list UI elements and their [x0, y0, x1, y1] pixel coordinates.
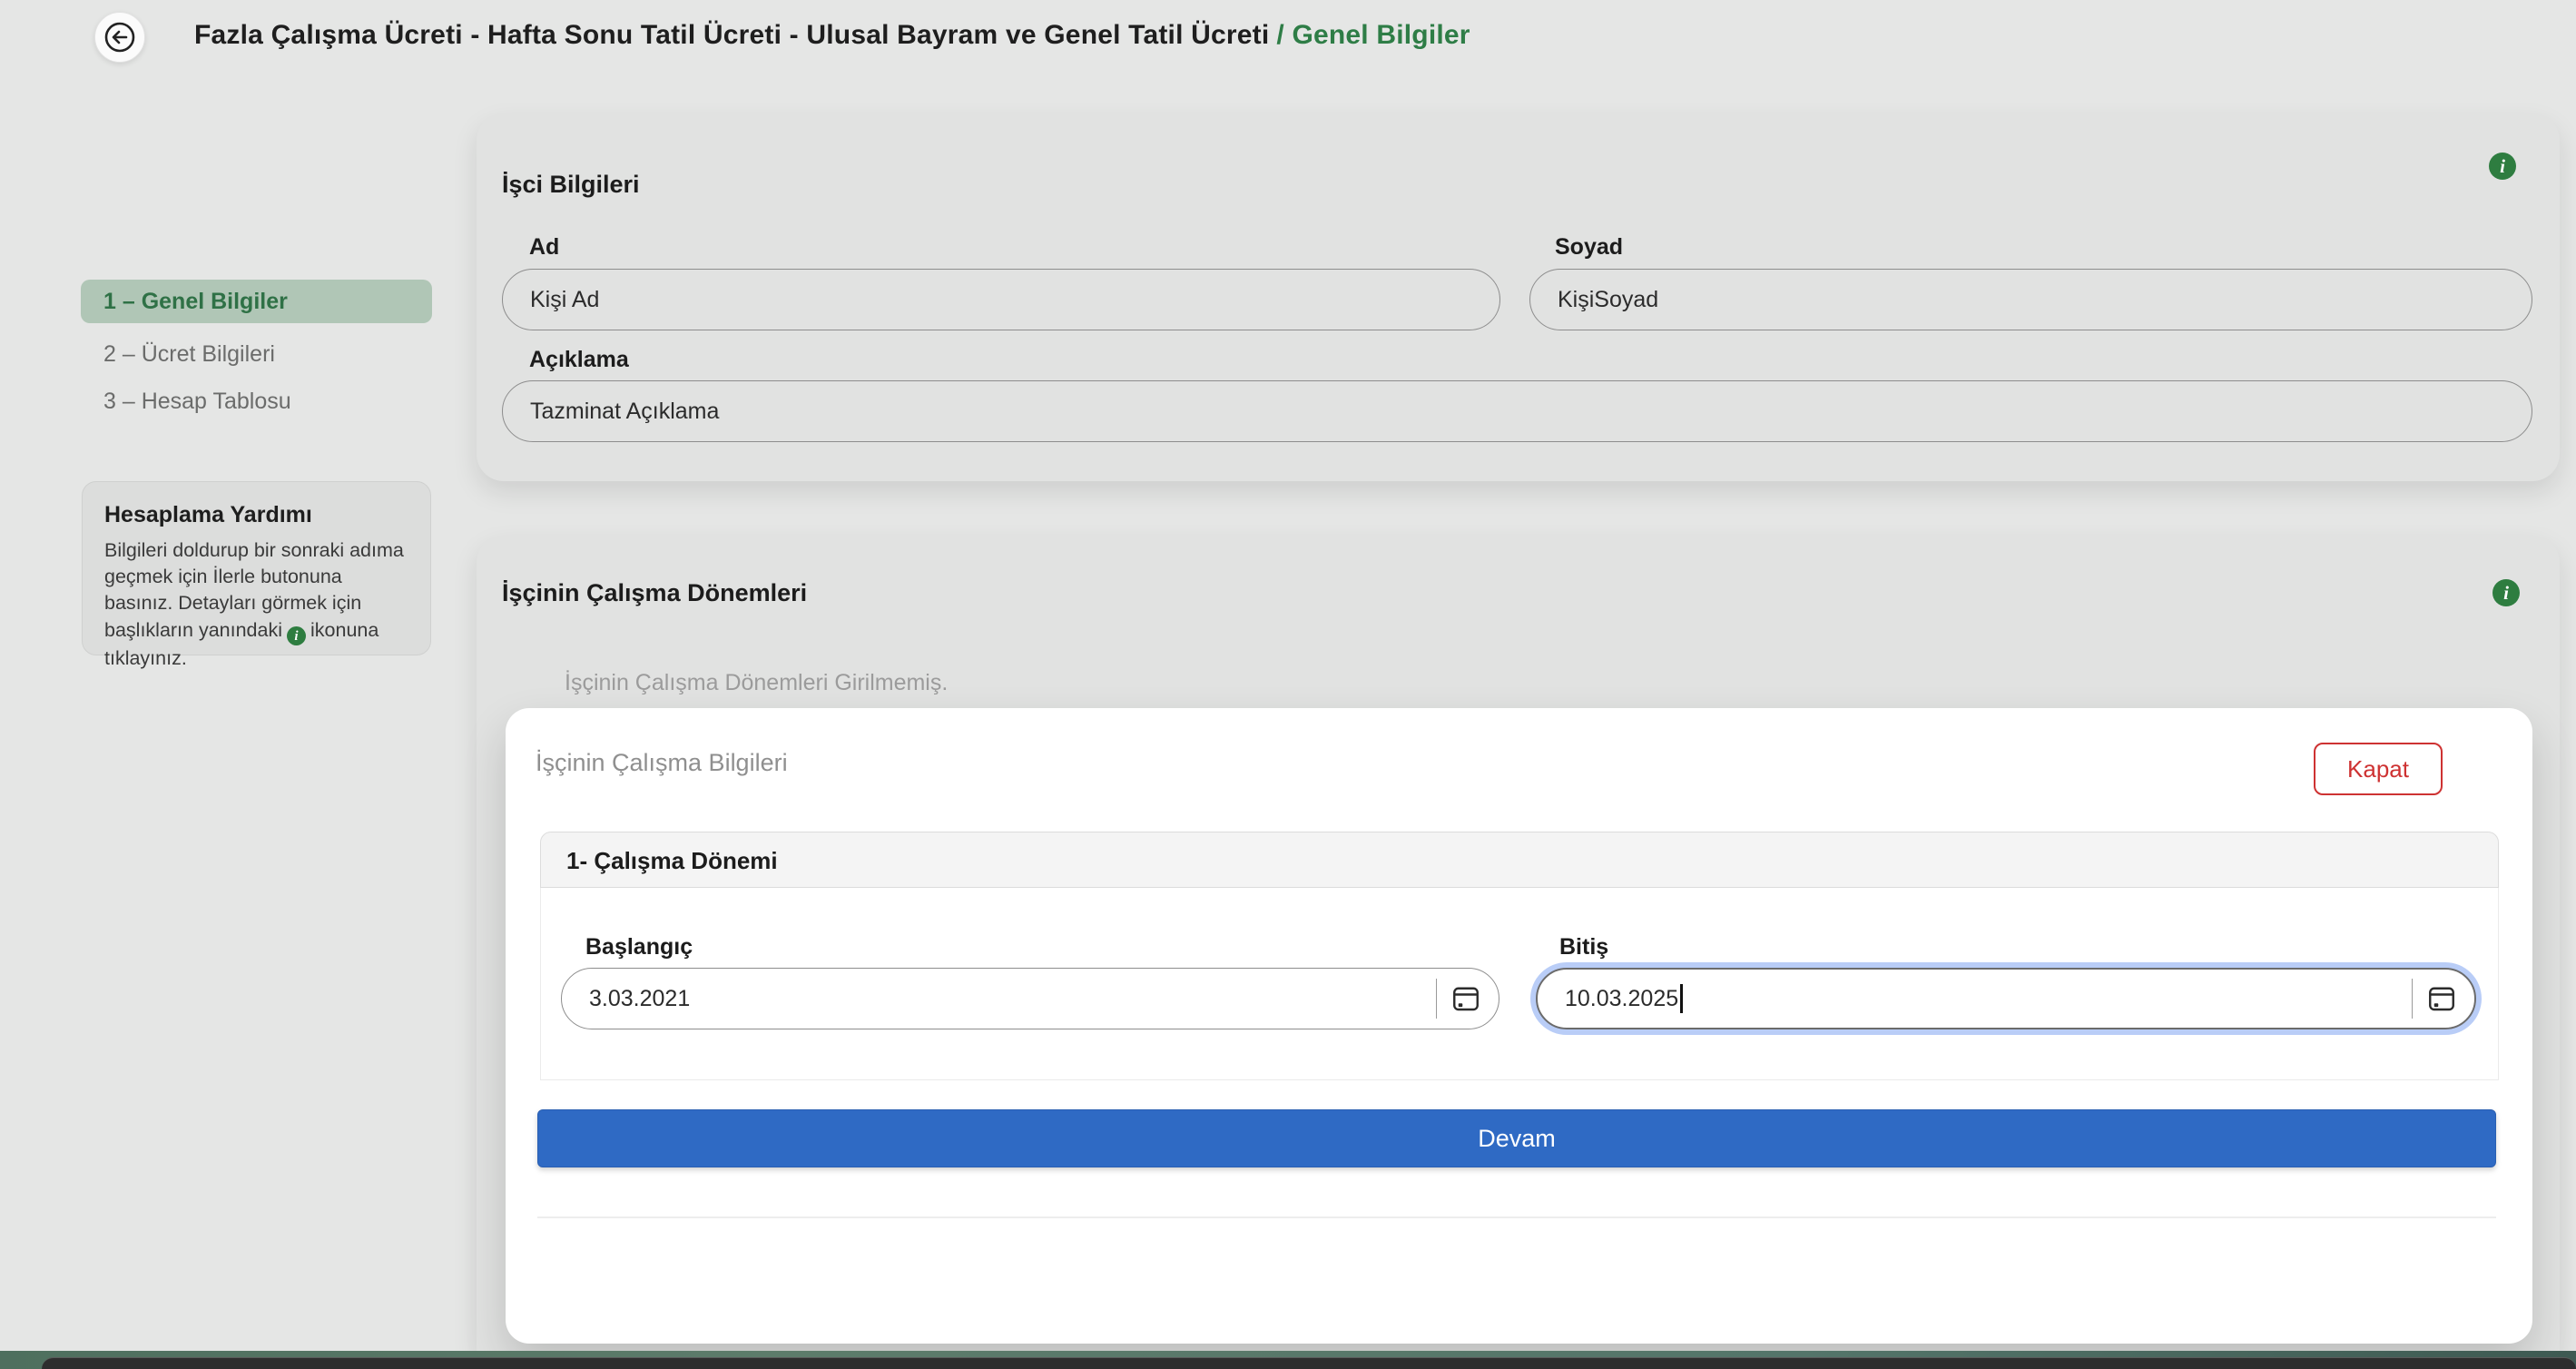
calendar-icon[interactable] — [1450, 982, 1482, 1015]
aciklama-label: Açıklama — [529, 347, 629, 373]
help-title: Hesaplama Yardımı — [104, 502, 408, 528]
close-button[interactable]: Kapat — [2314, 743, 2443, 795]
page-title-main: Fazla Çalışma Ücreti - Hafta Sonu Tatil … — [194, 20, 1269, 50]
info-icon: i — [287, 626, 306, 645]
sidebar-step-genel-bilgiler[interactable]: 1 – Genel Bilgiler — [81, 280, 432, 323]
text-cursor — [1680, 984, 1683, 1013]
breadcrumb: / Genel Bilgiler — [1276, 20, 1470, 50]
app-page: Fazla Çalışma Ücreti - Hafta Sonu Tatil … — [0, 0, 2576, 1369]
worker-info-info-icon[interactable]: i — [2489, 153, 2516, 180]
work-periods-empty-text: İşçinin Çalışma Dönemleri Girilmemiş. — [565, 670, 948, 696]
start-date-input[interactable]: 3.03.2021 — [561, 968, 1499, 1029]
start-date-label: Başlangıç — [585, 934, 693, 960]
work-periods-info-icon[interactable]: i — [2492, 579, 2520, 606]
background-window-edge — [42, 1357, 2576, 1369]
soyad-label: Soyad — [1555, 234, 1623, 261]
end-date-label: Bitiş — [1559, 934, 1608, 960]
soyad-input[interactable]: KişiSoyad — [1529, 269, 2532, 330]
aciklama-input[interactable]: Tazminat Açıklama — [502, 380, 2532, 442]
input-divider — [2412, 979, 2414, 1019]
dialog-title: İşçinin Çalışma Bilgileri — [536, 749, 788, 777]
period-section: 1- Çalışma Dönemi — [540, 832, 2499, 1080]
page-title: Fazla Çalışma Ücreti - Hafta Sonu Tatil … — [194, 20, 1470, 51]
input-divider — [1436, 979, 1438, 1019]
help-text: Bilgileri doldurup bir sonraki adıma geç… — [104, 537, 408, 673]
work-info-dialog: İşçinin Çalışma Bilgileri Kapat 1- Çalış… — [506, 708, 2532, 1344]
arrow-left-circle-icon — [101, 18, 139, 56]
ad-input[interactable]: Kişi Ad — [502, 269, 1500, 330]
sidebar-step-hesap-tablosu[interactable]: 3 – Hesap Tablosu — [81, 379, 432, 423]
worker-info-card: İşci Bilgileri i Ad Kişi Ad Soyad KişiSo… — [477, 113, 2560, 481]
period-section-title: 1- Çalışma Dönemi — [540, 832, 2499, 888]
calendar-icon[interactable] — [2425, 982, 2458, 1015]
end-date-input[interactable]: 10.03.2025 — [1536, 968, 2476, 1029]
sidebar-step-ucret-bilgileri[interactable]: 2 – Ücret Bilgileri — [81, 332, 432, 376]
ad-label: Ad — [529, 234, 559, 261]
divider — [537, 1216, 2496, 1218]
help-panel: Hesaplama Yardımı Bilgileri doldurup bir… — [82, 481, 431, 655]
back-button[interactable] — [94, 12, 145, 63]
work-periods-title: İşçinin Çalışma Dönemleri — [502, 579, 807, 607]
worker-info-title: İşci Bilgileri — [502, 171, 640, 199]
continue-button[interactable]: Devam — [537, 1109, 2496, 1167]
